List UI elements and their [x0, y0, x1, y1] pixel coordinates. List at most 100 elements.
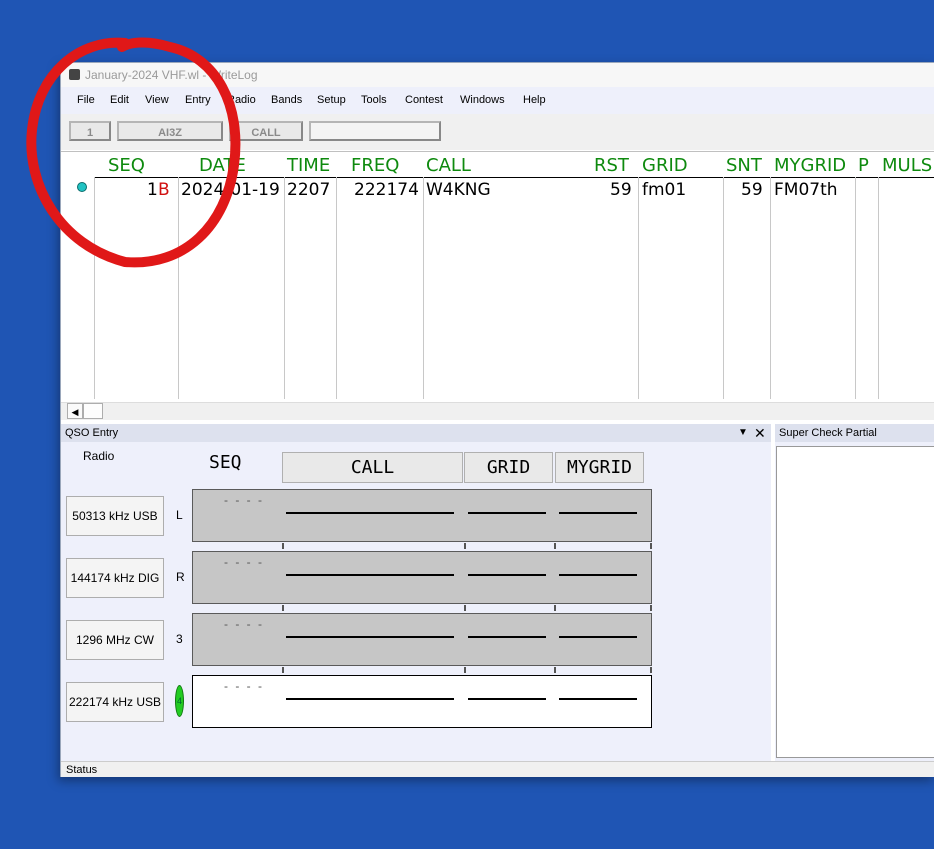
menu-bands[interactable]: Bands [271, 94, 302, 106]
title-bar: January-2024 VHF.wl - WriteLog [61, 63, 934, 87]
radio-4-active-indicator: 4 [175, 685, 184, 717]
cell-mygrid[interactable]: FM07th [774, 180, 838, 200]
radio-2-entry-panel[interactable]: - - - - [192, 551, 652, 604]
radio-3-grid-field[interactable] [468, 636, 546, 638]
radio-4-letter: 4 [176, 696, 182, 706]
row-status-dot [77, 182, 87, 192]
menu-view[interactable]: View [145, 94, 169, 106]
cell-snt[interactable]: 59 [741, 180, 763, 200]
dropdown-icon[interactable]: ▼ [738, 424, 748, 442]
column-divider [423, 177, 424, 399]
toolbar-call-field[interactable]: CALL [229, 121, 303, 141]
column-divider [336, 177, 337, 399]
column-tick [650, 543, 652, 549]
radio-2-grid-field[interactable] [468, 574, 546, 576]
column-divider [855, 177, 856, 399]
column-divider [284, 177, 285, 399]
menu-radio[interactable]: Radio [227, 94, 256, 106]
column-divider [878, 177, 879, 399]
cell-rst[interactable]: 59 [610, 180, 632, 200]
menu-windows[interactable]: Windows [460, 94, 505, 106]
radio-2-mygrid-field[interactable] [559, 574, 637, 576]
header-divider [94, 177, 934, 178]
toolbar-operator-field[interactable]: AI3Z [117, 121, 223, 141]
window-title: January-2024 VHF.wl - WriteLog [85, 68, 258, 82]
qso-entry-panel: Radio SEQ CALL GRID MYGRID 50313 kHz USB… [61, 442, 771, 761]
radio-2-letter: R [176, 570, 185, 584]
writelog-window: January-2024 VHF.wl - WriteLog File Edit… [60, 62, 934, 777]
radio-3-letter: 3 [176, 632, 183, 646]
app-icon [69, 69, 80, 80]
radio-3-seq-placeholder: - - - - [224, 617, 264, 631]
radio-3-mygrid-field[interactable] [559, 636, 637, 638]
radio-4-seq-placeholder: - - - - [224, 679, 264, 693]
close-icon[interactable]: ✕ [754, 424, 766, 442]
menu-entry[interactable]: Entry [185, 94, 211, 106]
toolbar-text-field[interactable] [309, 121, 441, 141]
radio-1-call-field[interactable] [286, 512, 454, 514]
menu-bar: File Edit View Entry Radio Bands Setup T… [61, 87, 934, 114]
col-header-seq[interactable]: SEQ [108, 155, 145, 176]
radio-4-mygrid-field[interactable] [559, 698, 637, 700]
menu-setup[interactable]: Setup [317, 94, 346, 106]
col-header-mygrid[interactable]: MYGRID [774, 155, 846, 176]
mygrid-header-button[interactable]: MYGRID [555, 452, 644, 483]
radio-label: Radio [83, 449, 115, 463]
qso-entry-title: QSO Entry [65, 427, 119, 439]
radio-4-call-field[interactable] [286, 698, 454, 700]
radio-1-seq-placeholder: - - - - [224, 493, 264, 507]
radio-1-entry-panel[interactable]: - - - - [192, 489, 652, 542]
column-divider [723, 177, 724, 399]
cell-time[interactable]: 2207 [287, 180, 330, 200]
col-header-p[interactable]: P [858, 155, 869, 176]
col-header-freq[interactable]: FREQ [351, 155, 399, 176]
scroll-thumb[interactable] [83, 403, 103, 419]
radio-3-frequency-button[interactable]: 1296 MHz CW [66, 620, 164, 660]
column-tick [554, 543, 556, 549]
cell-call[interactable]: W4KNG [426, 180, 491, 200]
radio-4-frequency-button[interactable]: 222174 kHz USB [66, 682, 164, 722]
col-header-grid[interactable]: GRID [642, 155, 688, 176]
call-header-button[interactable]: CALL [282, 452, 463, 483]
radio-2-call-field[interactable] [286, 574, 454, 576]
scroll-left-icon[interactable]: ◀ [67, 403, 83, 419]
column-tick [464, 605, 466, 611]
menu-tools[interactable]: Tools [361, 94, 387, 106]
col-header-muls[interactable]: MULS [882, 155, 932, 176]
column-tick [554, 667, 556, 673]
radio-1-mygrid-field[interactable] [559, 512, 637, 514]
col-header-time[interactable]: TIME [287, 155, 330, 176]
status-bar: Status [61, 761, 934, 777]
toolbar-sequence-field[interactable]: 1 [69, 121, 111, 141]
radio-2-frequency-button[interactable]: 144174 kHz DIG [66, 558, 164, 598]
menu-file[interactable]: File [77, 94, 95, 106]
column-tick [464, 667, 466, 673]
cell-date[interactable]: 2024-01-19 [181, 180, 280, 200]
cell-grid[interactable]: fm01 [642, 180, 686, 200]
super-check-list[interactable] [776, 446, 934, 758]
column-tick [554, 605, 556, 611]
col-header-call[interactable]: CALL [426, 155, 471, 176]
menu-help[interactable]: Help [523, 94, 546, 106]
column-tick [282, 667, 284, 673]
radio-1-grid-field[interactable] [468, 512, 546, 514]
col-header-snt[interactable]: SNT [726, 155, 762, 176]
radio-4-entry-panel[interactable]: - - - - [192, 675, 652, 728]
column-tick [650, 667, 652, 673]
menu-contest[interactable]: Contest [405, 94, 443, 106]
horizontal-scrollbar[interactable]: ◀ [61, 402, 934, 420]
cell-seq[interactable]: 1 [147, 180, 158, 200]
grid-header-button[interactable]: GRID [464, 452, 553, 483]
radio-4-grid-field[interactable] [468, 698, 546, 700]
radio-3-entry-panel[interactable]: - - - - [192, 613, 652, 666]
radio-3-call-field[interactable] [286, 636, 454, 638]
col-header-rst[interactable]: RST [594, 155, 629, 176]
cell-freq[interactable]: 222174 [354, 180, 419, 200]
menu-edit[interactable]: Edit [110, 94, 129, 106]
radio-1-frequency-button[interactable]: 50313 kHz USB [66, 496, 164, 536]
super-check-panel [775, 442, 934, 761]
qso-entry-titlebar: QSO Entry ▼ ✕ [61, 424, 771, 442]
seq-label: SEQ [209, 452, 242, 473]
column-tick [282, 605, 284, 611]
col-header-date[interactable]: DATE [199, 155, 246, 176]
